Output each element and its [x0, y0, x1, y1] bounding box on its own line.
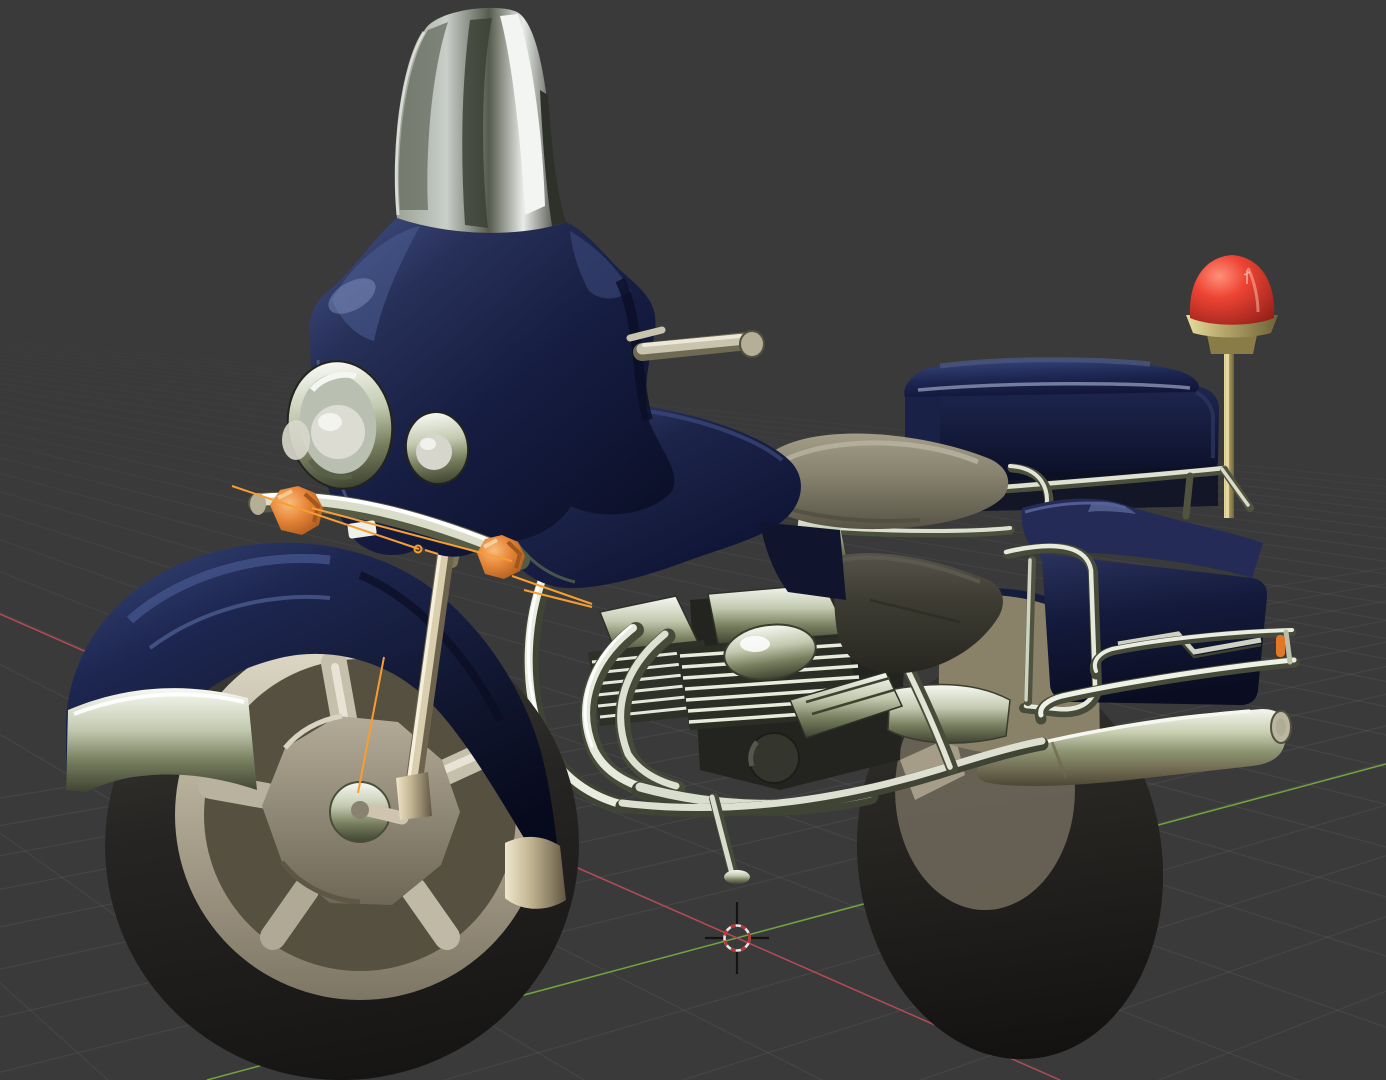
beacon-pole[interactable]	[1224, 346, 1234, 518]
rear-turn-signal[interactable]	[1276, 635, 1285, 657]
model-shading-shape	[420, 438, 436, 450]
model-shading-shape	[1276, 718, 1286, 736]
gearbox-cover	[887, 683, 1011, 744]
oil-filter	[748, 732, 800, 784]
model-shading-shape	[282, 420, 310, 460]
headlight-lens	[311, 405, 365, 459]
model-shading-shape	[318, 413, 342, 431]
model-shading-shape	[724, 870, 750, 884]
model-shading-shape	[739, 330, 765, 358]
model-shading-shape	[1226, 346, 1229, 518]
fender-chrome-tip-rear	[505, 836, 566, 909]
model-shading-shape	[351, 801, 369, 819]
model-shading-shape	[740, 636, 770, 652]
model-shading-shape	[1182, 472, 1194, 520]
3d-viewport[interactable]	[0, 0, 1386, 1080]
auxiliary-lens	[416, 434, 452, 470]
model-shading-shape	[198, 773, 280, 809]
fork-lower-clamp	[396, 772, 432, 820]
